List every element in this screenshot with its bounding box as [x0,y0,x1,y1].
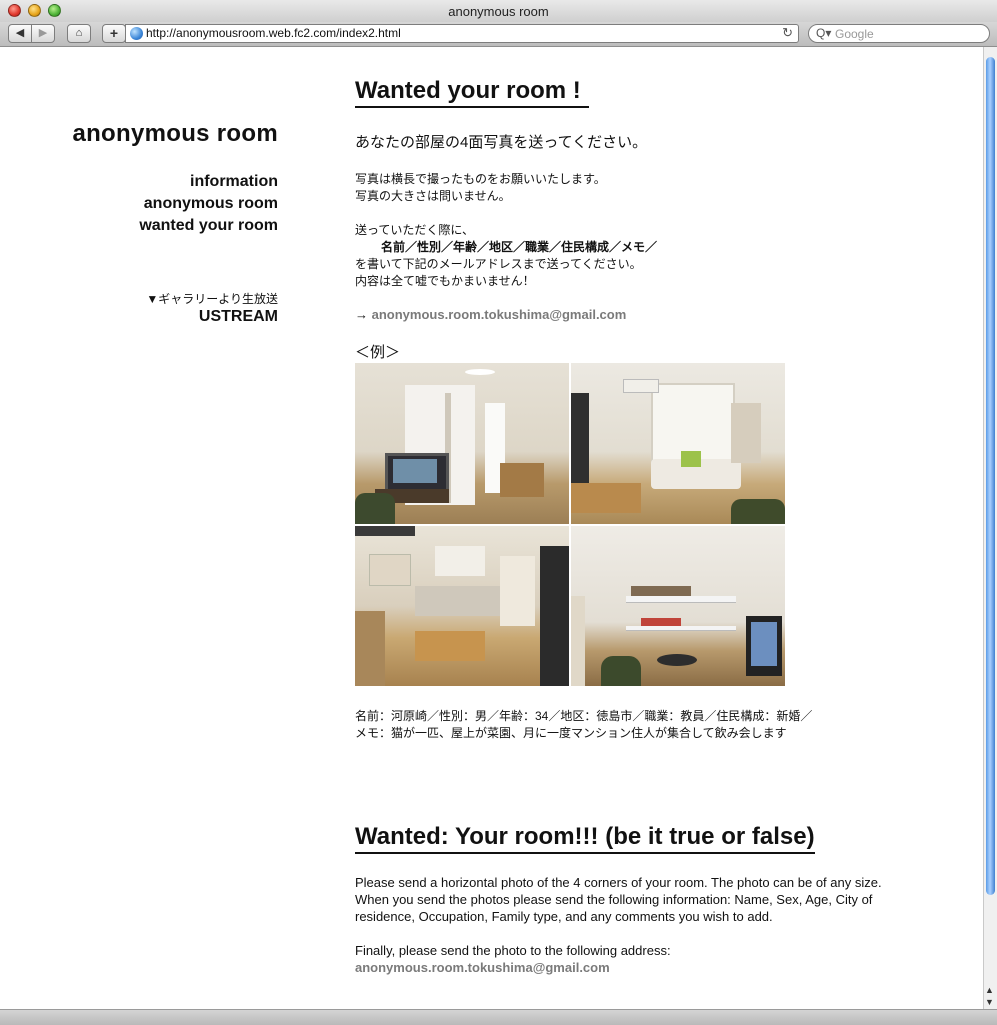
text-line: を書いて下記のメールアドレスまで送ってください。 [355,257,642,271]
gallery-live-note: ▼ギャラリーより生放送 [146,292,278,306]
page-heading-jp: Wanted your room ! [355,77,589,108]
globe-icon [130,27,143,40]
instructions-en: Please send a horizontal photo of the 4 … [355,875,882,924]
forward-arrow-icon: ▶ [38,27,48,39]
nav-link-anonymous-room[interactable]: anonymous room [144,195,278,213]
ustream-link[interactable]: USTREAM [199,308,278,326]
reload-icon[interactable]: ↻ [782,25,793,41]
search-icon[interactable]: Q▾ [816,26,831,40]
back-arrow-icon: ◀ [15,27,25,39]
status-bar [0,1009,997,1025]
url-text[interactable]: http://anonymousroom.web.fc2.com/index2.… [146,26,401,40]
text-line: 写真の大きさは問いません。 [355,189,511,203]
room-photo [355,363,569,524]
page-viewport: anonymous room information anonymous roo… [0,47,983,1009]
room-photo [355,526,569,686]
info-instructions-jp: 送っていただく際に、 名前／性別／年齢／地区／職業／住民構成／メモ／ を書いて下… [355,222,657,290]
vertical-scrollbar[interactable]: ▲ ▼ [983,47,997,1009]
plus-icon: + [109,25,119,41]
room-photo [571,526,785,686]
scrollbar-thumb[interactable] [986,57,995,895]
window-title: anonymous room [448,4,549,19]
forward-button[interactable]: ▶ [31,24,55,43]
search-placeholder: Google [835,27,874,41]
text-line: 送っていただく際に、 [355,223,475,237]
home-button[interactable]: ⌂ [67,24,91,43]
photo-instructions-jp: 写真は横長で撮ったものをお願いいたします。 写真の大きさは問いません。 [355,171,606,205]
text-line: 名前：河原崎／性別：男／年齢：34／地区：徳島市／職業：教員／住民構成：新婚／ [355,709,813,723]
scroll-down-icon[interactable]: ▼ [985,997,994,1007]
back-button[interactable]: ◀ [8,24,32,43]
text-line: 写真は横長で撮ったものをお願いいたします。 [355,172,606,186]
email-link-en[interactable]: anonymous.room.tokushima@gmail.com [355,960,610,975]
text-line: 内容は全て嘘でもかまいません！ [355,274,535,288]
example-caption: 名前：河原崎／性別：男／年齢：34／地区：徳島市／職業：教員／住民構成：新婚／ … [355,708,812,742]
example-room-photos [355,363,785,686]
lead-text-jp: あなたの部屋の4面写真を送ってください。 [355,134,648,151]
browser-toolbar: ◀ ▶ ⌂ + http://anonymousroom.web.fc2.com… [0,22,997,47]
example-label: ＜例＞ [355,344,401,361]
address-note-en: Finally, please send the photo to the fo… [355,943,671,958]
right-arrow-icon: → [355,307,368,322]
room-photo [571,363,785,524]
search-field[interactable]: Q▾ Google [808,24,990,43]
address-bar[interactable]: http://anonymousroom.web.fc2.com/index2.… [125,24,799,43]
page-heading-en: Wanted: Your room!!! (be it true or fals… [355,823,815,854]
window-titlebar: anonymous room [0,0,997,23]
text-line: メモ：猫が一匹、屋上が菜園、月に一度マンション住人が集合して飲み会します [355,726,787,740]
home-icon: ⌂ [75,27,83,39]
email-row: → anonymous.room.tokushima@gmail.com [355,307,626,322]
nav-link-wanted-your-room[interactable]: wanted your room [139,217,278,235]
nav-link-information[interactable]: information [190,173,278,191]
scroll-up-icon[interactable]: ▲ [985,985,994,995]
site-title: anonymous room [72,120,278,147]
required-fields: 名前／性別／年齢／地区／職業／住民構成／メモ／ [381,240,658,254]
add-bookmark-button[interactable]: + [102,24,126,43]
email-link[interactable]: anonymous.room.tokushima@gmail.com [372,307,627,322]
